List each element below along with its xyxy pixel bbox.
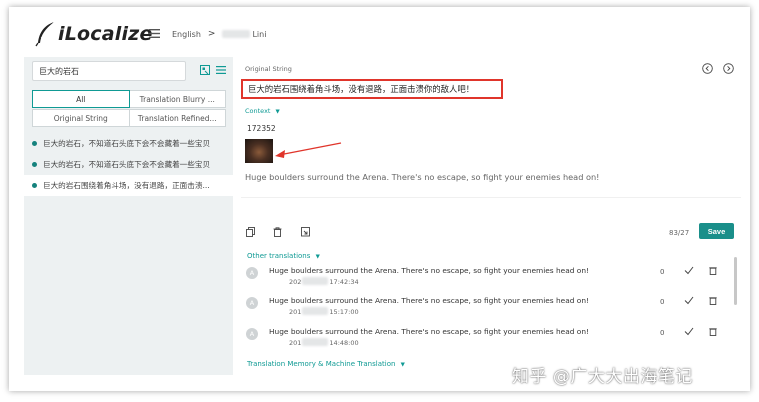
filter-icon[interactable]	[200, 65, 210, 75]
next-arrow-icon[interactable]	[723, 63, 734, 74]
hamburger-menu-icon[interactable]	[149, 29, 160, 38]
other-translations-label: Other translations	[247, 252, 311, 260]
vote-count: 0	[660, 268, 665, 276]
other-translation-text: Huge boulders surround the Arena. There'…	[269, 296, 589, 305]
expand-icon[interactable]	[301, 227, 310, 237]
check-icon[interactable]	[684, 296, 694, 305]
breadcrumb-project[interactable]: Lini	[252, 30, 266, 39]
vote-count: 0	[660, 329, 665, 337]
scrollbar[interactable]	[734, 257, 737, 305]
timestamp-time: 15:17:00	[329, 308, 359, 316]
other-translation-timestamp: 201 14:48:00	[289, 338, 359, 347]
list-view-icon[interactable]	[216, 65, 226, 75]
divider	[241, 197, 741, 198]
avatar: A	[246, 297, 258, 309]
other-translations-toggle[interactable]: Other translations ▼	[247, 252, 320, 260]
list-item-text: 巨大的岩石，不知道石头底下会不会藏着一些宝贝	[43, 160, 211, 169]
status-dot-icon	[32, 141, 37, 146]
app-window: iLocalize English > Lini All	[9, 7, 750, 391]
trash-icon[interactable]	[273, 227, 282, 237]
breadcrumb-project-redacted	[222, 30, 251, 38]
filter-tabs: All Translation Blurry ... Original Stri…	[32, 90, 226, 128]
previous-arrow-icon[interactable]	[702, 63, 713, 74]
tab-translation-refined[interactable]: Translation Refined...	[129, 109, 226, 127]
original-string-label: Original String	[245, 65, 292, 73]
tab-all[interactable]: All	[32, 90, 130, 108]
table-row: A Huge boulders surround the Arena. Ther…	[245, 266, 731, 294]
other-translation-text: Huge boulders surround the Arena. There'…	[269, 327, 589, 336]
translation-memory-label: Translation Memory & Machine Translation	[247, 360, 396, 368]
context-screenshot-thumbnail[interactable]	[245, 139, 273, 163]
avatar: A	[246, 328, 258, 340]
feather-logo-icon	[35, 21, 55, 47]
translation-editor[interactable]: Huge boulders surround the Arena. There'…	[245, 172, 599, 182]
trash-icon[interactable]	[709, 296, 717, 305]
timestamp-date: 202	[289, 278, 302, 286]
sidebar: All Translation Blurry ... Original Stri…	[24, 57, 233, 375]
save-button[interactable]: Save	[699, 223, 734, 239]
breadcrumb: English > Lini	[172, 29, 266, 39]
status-dot-icon	[32, 162, 37, 167]
list-item[interactable]: 巨大的岩石，不知道石头底下会不会藏着一些宝贝	[24, 133, 233, 154]
list-item-text: 巨大的岩石围绕着角斗场，没有退路，正面击溃...	[43, 181, 210, 190]
chevron-down-icon: ▼	[315, 254, 320, 260]
copy-icon[interactable]	[246, 227, 255, 237]
context-toggle[interactable]: Context ▼	[245, 107, 280, 115]
header: iLocalize English > Lini	[9, 7, 750, 57]
filter-tab-row: All Translation Blurry ...	[32, 90, 226, 108]
translation-memory-toggle[interactable]: Translation Memory & Machine Translation…	[247, 360, 405, 368]
timestamp-date: 201	[289, 339, 302, 347]
other-translation-text: Huge boulders surround the Arena. There'…	[269, 266, 589, 275]
status-dot-icon	[32, 183, 37, 188]
trash-icon[interactable]	[709, 266, 717, 275]
string-list: 巨大的岩石，不知道石头底下会不会藏着一些宝贝 巨大的岩石，不知道石头底下会不会藏…	[24, 133, 233, 196]
vote-count: 0	[660, 298, 665, 306]
original-string-text: 巨大的岩石围绕着角斗场，没有退路，正面击溃你的敌人吧！	[241, 79, 503, 99]
search-input[interactable]	[32, 61, 186, 81]
redacted-block	[302, 277, 329, 285]
list-item-text: 巨大的岩石，不知道石头底下会不会藏着一些宝贝	[43, 139, 211, 148]
chevron-down-icon: ▼	[275, 109, 280, 115]
list-item-selected[interactable]: 巨大的岩石围绕着角斗场，没有退路，正面击溃...	[24, 175, 233, 196]
timestamp-date: 201	[289, 308, 302, 316]
tab-original-string[interactable]: Original String	[32, 109, 130, 127]
context-id: 172352	[247, 124, 276, 133]
context-label: Context	[245, 107, 271, 115]
other-translation-timestamp: 202 17:42:34	[289, 277, 359, 286]
breadcrumb-separator: >	[207, 29, 216, 39]
watermark: 知乎 @广大大出海笔记	[512, 367, 693, 387]
redacted-block	[302, 307, 329, 315]
table-row: A Huge boulders surround the Arena. Ther…	[245, 296, 731, 324]
logo-text: iLocalize	[58, 23, 153, 45]
trash-icon[interactable]	[709, 327, 717, 336]
filter-tab-row: Original String Translation Refined...	[32, 109, 226, 127]
redacted-block	[302, 338, 329, 346]
logo[interactable]: iLocalize	[35, 21, 153, 47]
check-icon[interactable]	[684, 266, 694, 275]
table-row: A Huge boulders surround the Arena. Ther…	[245, 327, 731, 355]
check-icon[interactable]	[684, 327, 694, 336]
chevron-down-icon: ▼	[400, 362, 405, 368]
breadcrumb-language[interactable]: English	[172, 30, 201, 39]
other-translation-timestamp: 201 15:17:00	[289, 307, 359, 316]
avatar: A	[246, 267, 258, 279]
tab-translation-blurry[interactable]: Translation Blurry ...	[129, 90, 226, 108]
red-arrow-annotation-icon	[275, 142, 342, 158]
list-item[interactable]: 巨大的岩石，不知道石头底下会不会藏着一些宝贝	[24, 154, 233, 175]
timestamp-time: 14:48:00	[329, 339, 359, 347]
character-count: 83/27	[669, 229, 690, 237]
timestamp-time: 17:42:34	[329, 278, 359, 286]
